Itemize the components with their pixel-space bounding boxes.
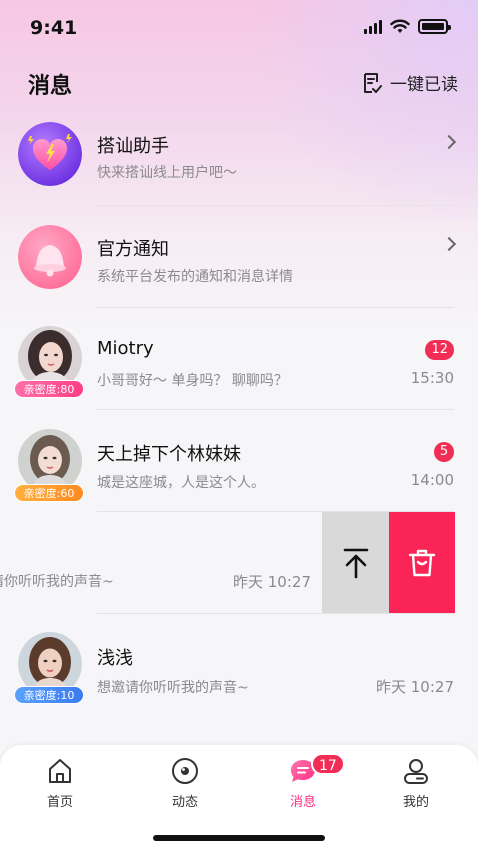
- signal-icon: [364, 19, 382, 34]
- row-title: 官方通知: [97, 239, 169, 260]
- intimacy-badge: 亲密度:60: [14, 484, 84, 502]
- list-item-official-notice[interactable]: 官方通知 系统平台发布的通知和消息详情: [0, 206, 478, 308]
- mark-all-read-label: 一键已读: [390, 75, 458, 95]
- row-title: 浅浅: [97, 648, 133, 669]
- intimacy-badge: 亲密度:80: [14, 380, 84, 398]
- chevron-right-icon: [441, 134, 457, 150]
- home-indicator: [153, 835, 325, 841]
- row-time: 昨天 10:27: [233, 573, 311, 591]
- wifi-icon: [390, 19, 410, 33]
- list-item-lin-meimei[interactable]: 亲密度:60 天上掉下个林妹妹 城是这座城，人是这个人。 5 14:00: [0, 410, 478, 512]
- battery-icon: [418, 19, 451, 34]
- row-subtitle: 想邀请你听听我的声音~: [97, 680, 249, 696]
- trash-icon: [408, 549, 436, 576]
- pin-top-icon: [343, 548, 368, 578]
- delete-button[interactable]: [389, 512, 455, 613]
- row-subtitle: 小哥哥好～ 单身吗？ 聊聊吗？: [97, 373, 288, 389]
- tab-moments[interactable]: 动态: [145, 755, 225, 810]
- official-notice-avatar: [18, 225, 82, 289]
- profile-icon: [404, 759, 428, 784]
- home-icon: [49, 759, 71, 783]
- unread-badge: 5: [434, 442, 454, 462]
- row-title: Miotry: [97, 338, 154, 359]
- status-time: 9:41: [30, 17, 78, 39]
- chevron-right-icon: [441, 236, 457, 252]
- row-subtitle: 城是这座城，人是这个人。: [97, 475, 265, 491]
- tab-label: 我的: [402, 795, 429, 810]
- row-subtitle: 快来搭讪线上用户吧～: [97, 165, 237, 181]
- intimacy-badge: 亲密度:10: [14, 686, 84, 704]
- row-subtitle: 请你听听我的声音~: [0, 574, 114, 590]
- row-time: 15:30: [410, 369, 454, 387]
- page-header: 消息 一键已读: [0, 64, 478, 104]
- messages-badge: 17: [311, 753, 345, 775]
- mark-all-read-button[interactable]: 一键已读: [360, 70, 458, 95]
- tab-label: 首页: [46, 795, 73, 810]
- tab-home[interactable]: 首页: [20, 755, 100, 810]
- unread-badge: 12: [425, 340, 454, 360]
- pin-to-top-button[interactable]: [322, 512, 389, 613]
- row-subtitle: 系统平台发布的通知和消息详情: [97, 269, 293, 285]
- row-title: 天上掉下个林妹妹: [97, 444, 241, 465]
- moments-icon: [172, 758, 198, 784]
- list-item-miotry[interactable]: 亲密度:80 Miotry 小哥哥好～ 单身吗？ 聊聊吗？ 12 15:30: [0, 308, 478, 410]
- list-item-flirt-assistant[interactable]: 搭讪助手 快来搭讪线上用户吧～: [0, 104, 478, 206]
- status-icons: [364, 19, 451, 34]
- page-title: 消息: [28, 74, 73, 99]
- status-bar: 9:41: [0, 0, 478, 56]
- tab-label: 动态: [171, 795, 198, 810]
- row-title: 搭讪助手: [97, 136, 169, 157]
- mark-read-icon: [364, 72, 382, 93]
- list-item-qianqian[interactable]: 亲密度:10 浅浅 想邀请你听听我的声音~ 昨天 10:27: [0, 614, 478, 716]
- tab-label: 消息: [289, 795, 316, 810]
- row-time: 14:00: [410, 471, 454, 489]
- tab-messages[interactable]: 17 消息: [263, 753, 345, 810]
- flirt-assistant-avatar: [18, 122, 82, 186]
- bell-icon: [18, 225, 82, 289]
- conversation-list: 搭讪助手 快来搭讪线上用户吧～ 官方通知 系统平台发布的通知和消息详情 亲密度:…: [0, 104, 478, 716]
- row-time: 昨天 10:27: [376, 678, 454, 696]
- list-item-swiped[interactable]: 请你听听我的声音~ 昨天 10:27: [0, 512, 478, 614]
- heart-lightning-icon: [18, 122, 82, 186]
- tab-profile[interactable]: 我的: [376, 755, 456, 810]
